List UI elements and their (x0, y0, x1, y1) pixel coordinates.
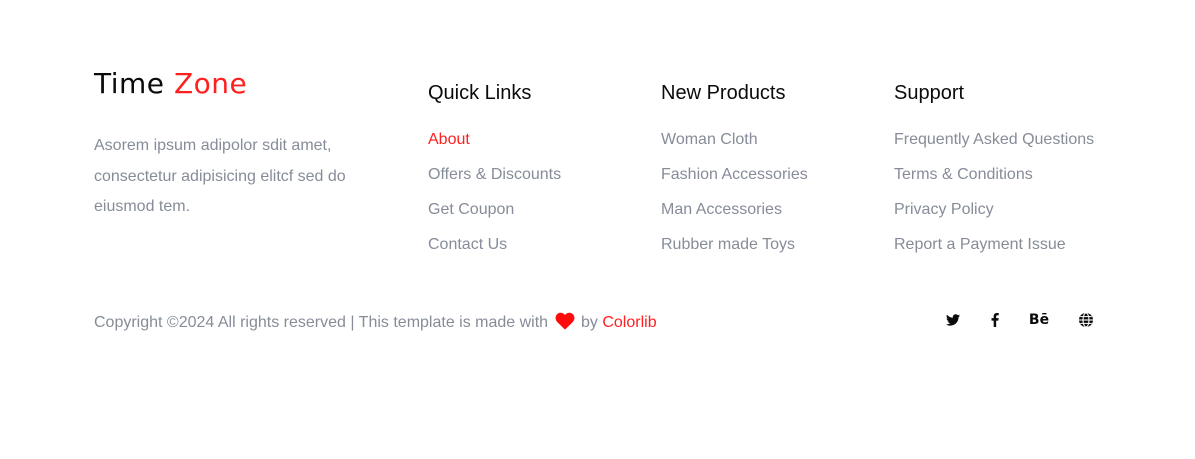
copyright-by: by (580, 314, 598, 331)
twitter-link[interactable] (944, 310, 962, 330)
facebook-link[interactable] (988, 310, 1002, 330)
quick-link-coupon[interactable]: Get Coupon (428, 200, 561, 235)
footer-logo[interactable]: Time Zone (94, 66, 247, 102)
behance-icon: Bē (1028, 312, 1050, 328)
copyright-prefix: Copyright ©2024 All rights reserved | Th… (94, 314, 549, 331)
support-link-faq[interactable]: Frequently Asked Questions (894, 130, 1094, 165)
quick-link-about[interactable]: About (428, 130, 561, 165)
brand-description: Asorem ipsum adipolor sdit amet, consect… (94, 137, 346, 215)
copyright-text: Copyright ©2024 All rights reserved | Th… (94, 312, 657, 336)
product-link-fashion-accessories[interactable]: Fashion Accessories (661, 165, 808, 200)
heart-icon (555, 312, 575, 336)
support-link-terms[interactable]: Terms & Conditions (894, 165, 1094, 200)
quick-link-offers[interactable]: Offers & Discounts (428, 165, 561, 200)
product-link-rubber-toys[interactable]: Rubber made Toys (661, 235, 808, 270)
quick-link-contact[interactable]: Contact Us (428, 235, 561, 270)
product-link-woman-cloth[interactable]: Woman Cloth (661, 130, 808, 165)
globe-icon (1079, 312, 1093, 328)
twitter-icon (946, 314, 960, 326)
logo-word-zone: Zone (173, 67, 248, 100)
support-link-report-payment[interactable]: Report a Payment Issue (894, 235, 1094, 270)
quick-links-column: Quick Links About Offers & Discounts Get… (428, 80, 561, 270)
logo-word-time: Time (94, 67, 165, 100)
globe-link[interactable] (1077, 310, 1095, 330)
support-column: Support Frequently Asked Questions Terms… (894, 80, 1094, 270)
colorlib-link[interactable]: Colorlib (602, 314, 656, 331)
behance-link[interactable]: Bē (1028, 310, 1050, 330)
support-title: Support (894, 82, 965, 104)
quick-links-title: Quick Links (428, 82, 532, 104)
product-link-man-accessories[interactable]: Man Accessories (661, 200, 808, 235)
new-products-title: New Products (661, 82, 786, 104)
facebook-icon (991, 313, 999, 327)
support-link-privacy[interactable]: Privacy Policy (894, 200, 1094, 235)
new-products-column: New Products Woman Cloth Fashion Accesso… (661, 80, 808, 270)
